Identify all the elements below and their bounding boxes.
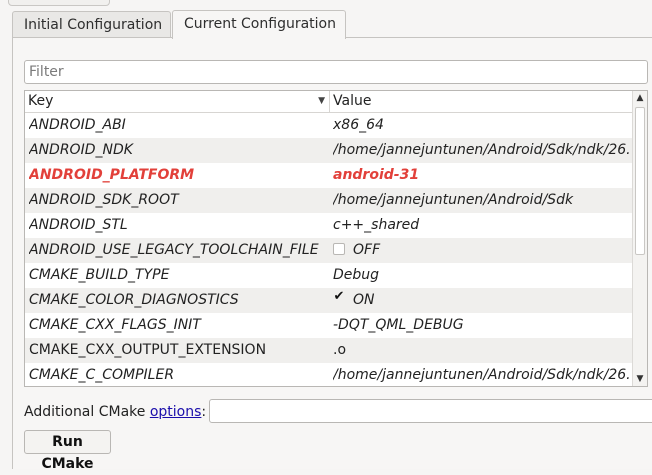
row-value[interactable]: x86_64 [333, 113, 629, 138]
options-link[interactable]: options [150, 404, 202, 420]
additional-cmake-options-input[interactable] [209, 399, 652, 423]
vertical-scrollbar[interactable]: ▲ ▼ [632, 91, 647, 386]
table-row[interactable]: ANDROID_SDK_ROOT /home/jannejuntunen/And… [25, 188, 632, 213]
column-header-key[interactable]: Key ▼ [25, 91, 330, 112]
row-key: CMAKE_C_COMPILER [29, 367, 175, 383]
additional-label-suffix: : [201, 404, 207, 420]
row-value-bool: OFF [333, 238, 629, 263]
row-value[interactable]: /home/jannejuntunen/Android/Sdk [333, 188, 629, 213]
row-value[interactable]: .o [333, 338, 629, 363]
config-table: Key ▼ Value ANDROID_ABI x86_64 ANDROID_N… [24, 90, 648, 387]
table-row[interactable]: CMAKE_BUILD_TYPE Debug [25, 263, 632, 288]
table-row[interactable]: ANDROID_NDK /home/jannejuntunen/Android/… [25, 138, 632, 163]
table-row[interactable]: CMAKE_CXX_FLAGS_INIT -DQT_QML_DEBUG [25, 313, 632, 338]
scroll-thumb[interactable] [635, 107, 645, 255]
column-header-key-label: Key [28, 93, 54, 109]
checkmark-icon: ✔ [333, 289, 345, 304]
row-key: CMAKE_COLOR_DIAGNOSTICS [29, 292, 239, 308]
row-key: ANDROID_NDK [29, 142, 133, 158]
sort-down-icon: ▼ [318, 96, 325, 106]
arrow-down-icon[interactable]: ▼ [633, 372, 647, 386]
table-row[interactable]: CMAKE_C_COMPILER /home/jannejuntunen/And… [25, 363, 632, 386]
row-key: ANDROID_SDK_ROOT [29, 192, 179, 208]
table-header: Key ▼ Value [25, 91, 632, 113]
row-value-bool: ✔ ON [333, 288, 629, 313]
arrow-up-icon[interactable]: ▲ [633, 91, 647, 105]
checkbox-label: OFF [353, 242, 381, 258]
column-header-value[interactable]: Value [330, 91, 632, 112]
checkbox-label: ON [353, 292, 375, 308]
value-checkbox[interactable]: ✔ [333, 289, 345, 305]
table-row[interactable]: CMAKE_CXX_OUTPUT_EXTENSION .o [25, 338, 632, 363]
table-body: ANDROID_ABI x86_64 ANDROID_NDK /home/jan… [25, 113, 632, 386]
row-key: ANDROID_STL [29, 217, 128, 233]
row-key: CMAKE_CXX_FLAGS_INIT [29, 317, 201, 333]
table-row-changed[interactable]: ANDROID_PLATFORM android-31 [25, 163, 632, 188]
table-row[interactable]: CMAKE_COLOR_DIAGNOSTICS ✔ ON [25, 288, 632, 313]
row-value[interactable]: Debug [333, 263, 629, 288]
additional-label-prefix: Additional CMake [24, 404, 150, 420]
row-key: ANDROID_USE_LEGACY_TOOLCHAIN_FILE [29, 242, 319, 258]
value-checkbox[interactable] [333, 243, 345, 255]
table-row[interactable]: ANDROID_ABI x86_64 [25, 113, 632, 138]
additional-cmake-label: Additional CMake options: [24, 402, 206, 422]
row-value[interactable]: /home/jannejuntunen/Android/Sdk/ndk/26..… [333, 363, 629, 386]
tab-current-configuration[interactable]: Current Configuration [172, 10, 346, 39]
row-value[interactable]: -DQT_QML_DEBUG [333, 313, 629, 338]
row-key: ANDROID_PLATFORM [29, 167, 195, 183]
run-cmake-button[interactable]: Run CMake [24, 430, 111, 472]
table-row[interactable]: ANDROID_USE_LEGACY_TOOLCHAIN_FILE OFF [25, 238, 632, 263]
row-key: CMAKE_BUILD_TYPE [29, 267, 170, 283]
row-value[interactable]: c++_shared [333, 213, 629, 238]
row-value[interactable]: /home/jannejuntunen/Android/Sdk/ndk/26..… [333, 138, 629, 163]
top-widget-edge [8, 0, 110, 6]
filter-input[interactable] [24, 60, 648, 84]
row-key: ANDROID_ABI [29, 117, 126, 133]
row-value[interactable]: android-31 [333, 163, 629, 188]
row-key: CMAKE_CXX_OUTPUT_EXTENSION [29, 342, 267, 358]
tab-initial-configuration[interactable]: Initial Configuration [12, 11, 171, 38]
column-header-value-label: Value [333, 93, 372, 109]
table-row[interactable]: ANDROID_STL c++_shared [25, 213, 632, 238]
config-tabs: Initial Configuration Current Configurat… [12, 10, 652, 39]
